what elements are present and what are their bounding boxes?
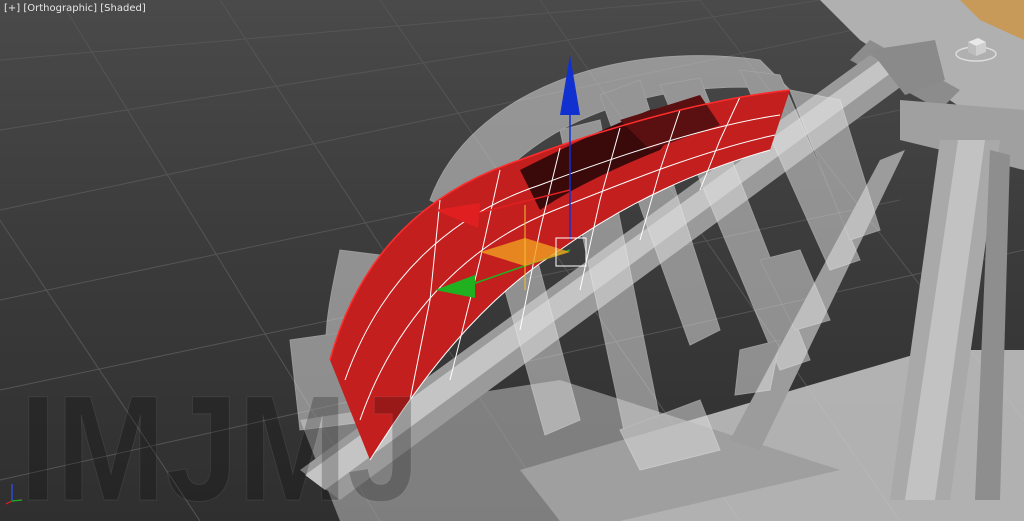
viewport-label[interactable]: [+] [Orthographic] [Shaded] (4, 3, 146, 14)
viewport-menu-plus[interactable]: [+] (4, 3, 20, 14)
axis-tripod-icon (5, 484, 23, 505)
scene-canvas[interactable]: IMJMJ (0, 0, 1024, 521)
viewcube-icon[interactable] (954, 30, 998, 64)
viewport-shading-label[interactable]: [Shaded] (100, 3, 145, 14)
watermark-text: IMJMJ (20, 364, 420, 521)
viewport-view-label[interactable]: [Orthographic] (23, 3, 97, 14)
perspective-viewport[interactable]: [+] [Orthographic] [Shaded] IMJMJ (0, 0, 1024, 521)
